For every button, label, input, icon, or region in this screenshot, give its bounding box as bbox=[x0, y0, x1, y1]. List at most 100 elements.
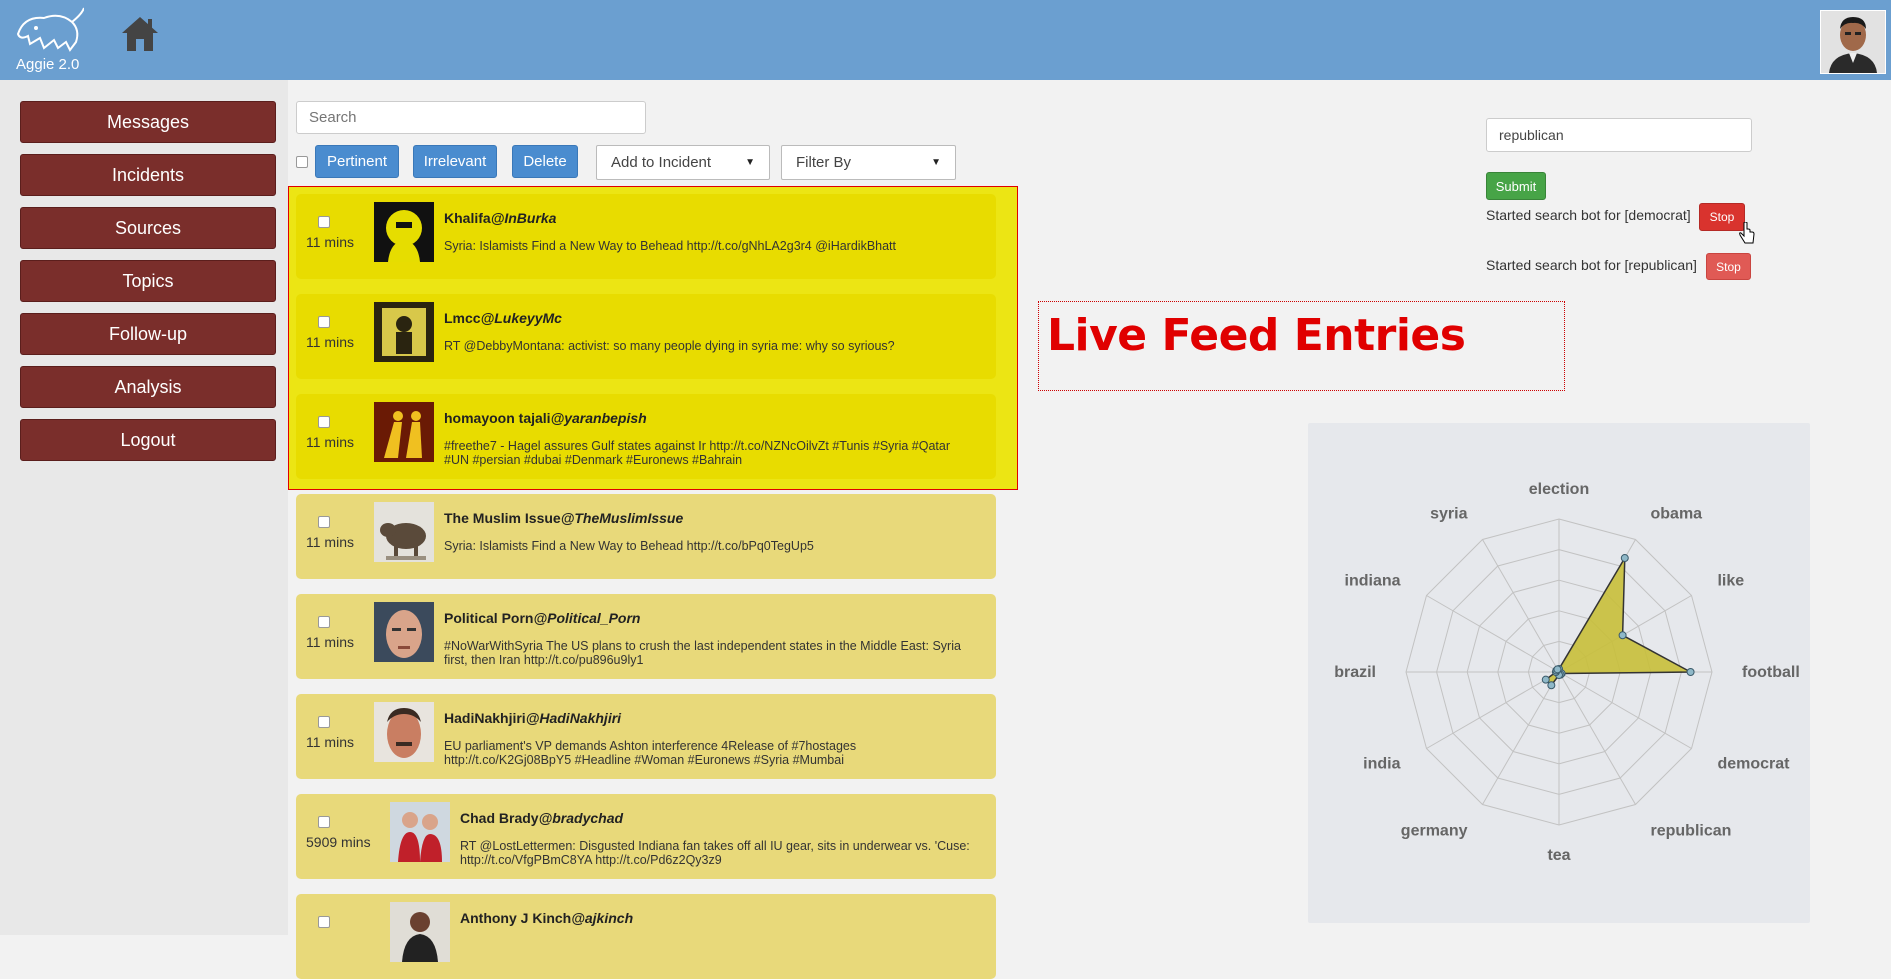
pertinent-button[interactable]: Pertinent bbox=[315, 145, 399, 178]
radar-category-label: indiana bbox=[1345, 573, 1401, 590]
radar-category-label: democrat bbox=[1717, 756, 1790, 773]
feed-item-avatar[interactable] bbox=[374, 302, 434, 362]
feed-item-avatar[interactable] bbox=[374, 502, 434, 562]
feed-item[interactable]: 11 mins Lmcc@LukeyyMc RT @DebbyMontana: … bbox=[296, 294, 996, 379]
feed-item[interactable]: 11 mins HadiNakhjiri@HadiNakhjiri EU par… bbox=[296, 694, 996, 779]
feed-item-checkbox[interactable] bbox=[318, 516, 330, 528]
feed-item-author[interactable]: Anthony J Kinch@ajkinch bbox=[460, 910, 633, 926]
nav-topics-button[interactable]: Topics bbox=[20, 260, 276, 302]
feed-item[interactable]: 11 mins Political Porn@Political_Porn #N… bbox=[296, 594, 996, 679]
feed-item-checkbox[interactable] bbox=[318, 316, 330, 328]
feed-item-name: Political Porn bbox=[444, 610, 534, 626]
feed-item-text: RT @DebbyMontana: activist: so many peop… bbox=[444, 339, 895, 353]
search-input[interactable] bbox=[296, 101, 646, 134]
feed-item-author[interactable]: Lmcc@LukeyyMc bbox=[444, 310, 562, 326]
feed-item-time: 11 mins bbox=[306, 634, 354, 650]
sidebar: Messages Incidents Sources Topics Follow… bbox=[0, 80, 288, 935]
feed-item-name: homayoon tajali bbox=[444, 410, 551, 426]
feed-item-text: RT @LostLettermen: Disgusted Indiana fan… bbox=[460, 839, 970, 867]
feed-item-avatar[interactable] bbox=[374, 202, 434, 262]
add-to-incident-label: Add to Incident bbox=[611, 154, 712, 171]
aggie-logo[interactable]: Aggie 2.0 bbox=[8, 4, 90, 76]
select-all-checkbox[interactable] bbox=[296, 156, 308, 168]
radar-category-label: brazil bbox=[1334, 664, 1376, 681]
feed-item-avatar[interactable] bbox=[374, 402, 434, 462]
feed-item-handle: @yaranbepish bbox=[550, 410, 647, 426]
feed-item-avatar[interactable] bbox=[374, 702, 434, 762]
feed-item-time: 11 mins bbox=[306, 434, 354, 450]
feed-item-text: Syria: Islamists Find a New Way to Behea… bbox=[444, 239, 897, 253]
live-feed-annotation: Live Feed Entries bbox=[1038, 301, 1565, 391]
feed-item-text: #freethe7 - Hagel assures Gulf states ag… bbox=[444, 439, 950, 467]
radar-data-point bbox=[1618, 631, 1627, 640]
feed-item-time: 11 mins bbox=[306, 234, 354, 250]
bot-status-democrat: Started search bot for [democrat] bbox=[1486, 207, 1691, 223]
search-bot-keyword-input[interactable]: republican bbox=[1486, 118, 1752, 152]
pointer-cursor-icon bbox=[1738, 221, 1756, 251]
irrelevant-button[interactable]: Irrelevant bbox=[413, 145, 497, 178]
feed-item-time: 5909 mins bbox=[306, 834, 371, 850]
feed-item-text: EU parliament's VP demands Ashton interf… bbox=[444, 739, 857, 767]
radar-category-label: republican bbox=[1651, 822, 1732, 839]
feed-item-checkbox[interactable] bbox=[318, 916, 330, 928]
feed-item-checkbox[interactable] bbox=[318, 616, 330, 628]
submit-button[interactable]: Submit bbox=[1486, 172, 1546, 200]
add-to-incident-select[interactable]: Add to Incident ▼ bbox=[596, 145, 770, 180]
radar-category-label: india bbox=[1363, 756, 1400, 773]
radar-series-area bbox=[1544, 555, 1694, 687]
feed-item-name: Chad Brady bbox=[460, 810, 539, 826]
radar-category-label: like bbox=[1717, 573, 1744, 590]
radar-category-label: germany bbox=[1401, 822, 1468, 839]
feed-item-author[interactable]: homayoon tajali@yaranbepish bbox=[444, 410, 647, 426]
feed-item-text: #NoWarWithSyria The US plans to crush th… bbox=[444, 639, 961, 667]
feed-item-name: Lmcc bbox=[444, 310, 481, 326]
radar-data-point bbox=[1553, 665, 1562, 674]
feed-item[interactable]: 11 mins Khalifa@InBurka Syria: Islamists… bbox=[296, 194, 996, 279]
nav-logout-button[interactable]: Logout bbox=[20, 419, 276, 461]
dropdown-caret-icon: ▼ bbox=[931, 157, 941, 168]
feed-item-handle: @ajkinch bbox=[571, 910, 634, 926]
radar-category-label: tea bbox=[1547, 847, 1570, 864]
feed-item-checkbox[interactable] bbox=[318, 816, 330, 828]
feed-item-author[interactable]: HadiNakhjiri@HadiNakhjiri bbox=[444, 710, 621, 726]
feed-item-handle: @bradychad bbox=[538, 810, 624, 826]
nav-analysis-button[interactable]: Analysis bbox=[20, 366, 276, 408]
nav-follow-up-button[interactable]: Follow-up bbox=[20, 313, 276, 355]
feed-item-author[interactable]: The Muslim Issue@TheMuslimIssue bbox=[444, 510, 683, 526]
radar-category-label: syria bbox=[1430, 506, 1467, 523]
nav-incidents-button[interactable]: Incidents bbox=[20, 154, 276, 196]
user-avatar[interactable] bbox=[1820, 10, 1886, 74]
feed-item-time: 11 mins bbox=[306, 334, 354, 350]
radar-data-point bbox=[1620, 554, 1629, 563]
app-name: Aggie 2.0 bbox=[16, 56, 80, 73]
feed-item-checkbox[interactable] bbox=[318, 416, 330, 428]
feed-item-name: The Muslim Issue bbox=[444, 510, 561, 526]
feed-item-name: Anthony J Kinch bbox=[460, 910, 572, 926]
radar-data-point bbox=[1686, 668, 1695, 676]
feed-item-checkbox[interactable] bbox=[318, 716, 330, 728]
feed-item-author[interactable]: Chad Brady@bradychad bbox=[460, 810, 623, 826]
radar-category-label: football bbox=[1742, 664, 1800, 681]
home-icon[interactable] bbox=[120, 15, 160, 58]
delete-button[interactable]: Delete bbox=[512, 145, 578, 178]
nav-messages-button[interactable]: Messages bbox=[20, 101, 276, 143]
nav-sources-button[interactable]: Sources bbox=[20, 207, 276, 249]
feed-item-avatar[interactable] bbox=[374, 602, 434, 662]
feed-item[interactable]: 11 mins homayoon tajali@yaranbepish #fre… bbox=[296, 394, 996, 479]
feed-item[interactable]: Anthony J Kinch@ajkinch bbox=[296, 894, 996, 979]
feed-item[interactable]: 11 mins The Muslim Issue@TheMuslimIssue … bbox=[296, 494, 996, 579]
feed-item-checkbox[interactable] bbox=[318, 216, 330, 228]
feed-item[interactable]: 5909 mins Chad Brady@bradychad RT @LostL… bbox=[296, 794, 996, 879]
filter-by-select[interactable]: Filter By ▼ bbox=[781, 145, 956, 180]
stop-republican-button[interactable]: Stop bbox=[1706, 253, 1751, 280]
feed-item-author[interactable]: Political Porn@Political_Porn bbox=[444, 610, 640, 626]
feed-item-handle: @LukeyyMc bbox=[480, 310, 562, 326]
feed-item-author[interactable]: Khalifa@InBurka bbox=[444, 210, 556, 226]
radar-data-point bbox=[1541, 675, 1550, 684]
feed-item-avatar[interactable] bbox=[390, 902, 450, 962]
feed-item-handle: @InBurka bbox=[490, 210, 557, 226]
top-navbar: Aggie 2.0 bbox=[0, 0, 1891, 80]
annotation-label: Live Feed Entries bbox=[1047, 310, 1466, 361]
dropdown-caret-icon: ▼ bbox=[745, 157, 755, 168]
feed-item-avatar[interactable] bbox=[390, 802, 450, 862]
